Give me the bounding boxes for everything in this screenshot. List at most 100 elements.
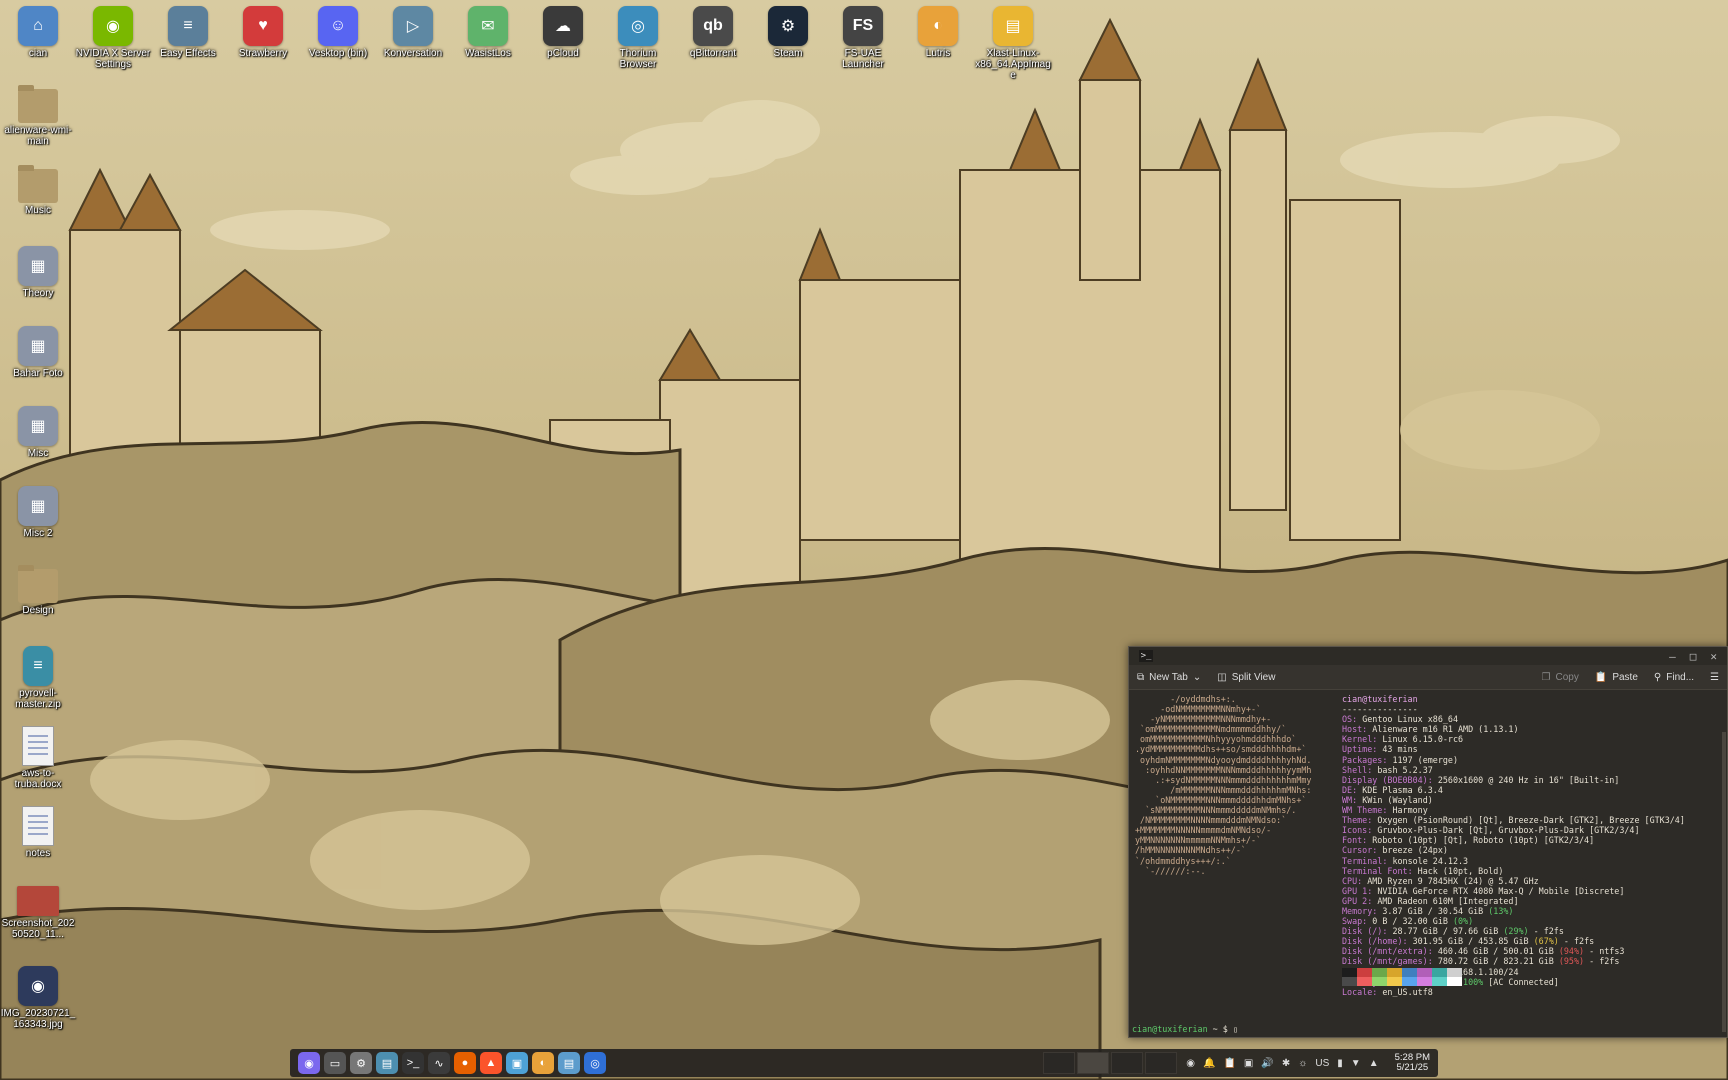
brave-icon[interactable]: ▲	[480, 1052, 502, 1074]
desktop-icon-chat[interactable]: ✉ WasistLos	[450, 6, 526, 59]
palette-swatch	[1372, 977, 1387, 986]
file-manager-icon[interactable]: ▤	[376, 1052, 398, 1074]
system-monitor-icon[interactable]: ∿	[428, 1052, 450, 1074]
info-value: AMD Radeon 610M [Integrated]	[1377, 895, 1519, 906]
system-settings-icon[interactable]: ⚙	[350, 1052, 372, 1074]
info-row: Font: Roboto (10pt) [Qt], Roboto (10pt) …	[1342, 835, 1595, 846]
desktop-item-folder[interactable]: alienware-wmi-main	[0, 85, 76, 147]
desktop-item-image[interactable]: ▦ Misc	[0, 406, 76, 459]
maximize-button[interactable]: □	[1690, 650, 1697, 663]
split-view-button[interactable]: ◫ Split View	[1209, 672, 1283, 683]
window-titlebar[interactable]: >_ — □ ✕	[1129, 647, 1727, 665]
find-button[interactable]: ⚲ Find...	[1646, 672, 1702, 683]
desktop-icon-steam[interactable]: ⚙ Steam	[750, 6, 826, 59]
info-value: 43 mins	[1382, 744, 1418, 755]
desktop-icon-strawberry[interactable]: ♥ Strawberry	[225, 6, 301, 59]
desktop-icon-nvidia[interactable]: ◉ NVIDIA X Server Settings	[75, 6, 151, 70]
steam-icon: ⚙	[768, 6, 808, 46]
info-value: Alienware m16 R1 AMD (1.13.1)	[1372, 724, 1519, 735]
info-percent: (95%)	[1558, 956, 1585, 967]
desktop-icon-thorium[interactable]: ◎ Thorium Browser	[600, 6, 676, 70]
info-key: Memory	[1342, 905, 1373, 916]
lutris-icon[interactable]: ◐	[532, 1052, 554, 1074]
desktop-icon-equalizer[interactable]: ≡ Easy Effects	[150, 6, 226, 59]
show-desktop-icon[interactable]: ▭	[324, 1052, 346, 1074]
clipboard-icon[interactable]: 📋	[1223, 1058, 1235, 1069]
virtual-desktop-pager[interactable]	[1042, 1052, 1178, 1074]
info-row: Terminal: konsole 24.12.3	[1342, 855, 1469, 866]
chromium-icon[interactable]: ◎	[584, 1052, 606, 1074]
network-icon[interactable]: ▼	[1351, 1058, 1361, 1069]
desktop-icon-lutris[interactable]: ◐ Lutris	[900, 6, 976, 59]
close-button[interactable]: ✕	[1710, 650, 1717, 663]
battery-icon[interactable]: ▮	[1337, 1058, 1343, 1069]
desktop-item-image[interactable]: ▦ Bahar Foto	[0, 326, 76, 379]
desktop-icon-discord[interactable]: ☺ Vesktop (bin)	[300, 6, 376, 59]
desktop-icon-home-folder[interactable]: ⌂ cian	[0, 6, 76, 59]
digital-clock[interactable]: 5:28 PM 5/21/25	[1387, 1053, 1438, 1073]
copy-label: Copy	[1555, 671, 1579, 683]
desktop-icon-appimage[interactable]: ▤ Xlast-Linux-x86_64.AppImage	[975, 6, 1051, 81]
display-icon[interactable]: ▣	[1244, 1058, 1253, 1069]
tray-expand-icon[interactable]: ▲	[1369, 1058, 1379, 1069]
new-tab-label: New Tab	[1149, 671, 1188, 683]
info-value: Roboto (10pt) [Qt], Roboto (10pt) [GTK2/…	[1372, 835, 1595, 846]
info-key: Disk (/home)	[1342, 936, 1403, 947]
shell-prompt[interactable]: cian@tuxiferian ~ $ ▯	[1132, 1024, 1238, 1034]
info-separator: ---------------	[1342, 704, 1418, 715]
info-key: GPU 1	[1342, 885, 1368, 896]
desktop-icon-pcloud[interactable]: ☁ pCloud	[525, 6, 601, 59]
desktop-item-document[interactable]: aws-to-truba.docx	[0, 726, 76, 790]
desktop-pager-4[interactable]	[1145, 1052, 1178, 1074]
desktop-item-folder[interactable]: Music	[0, 165, 76, 216]
desktop-pager-2[interactable]	[1077, 1052, 1110, 1074]
hamburger-menu-button[interactable]: ☰	[1702, 672, 1727, 683]
info-row: Shell: bash 5.2.37	[1342, 764, 1433, 775]
desktop-item-image[interactable]: ▦ Theory	[0, 246, 76, 299]
palette-swatch	[1342, 968, 1357, 977]
keyboard-layout[interactable]: US	[1315, 1058, 1329, 1069]
info-value: 1197 (emerge)	[1392, 754, 1458, 765]
desktop-item-screenshot[interactable]: Screenshot_20250520_11...	[0, 886, 76, 940]
dolphin-icon[interactable]: ▤	[558, 1052, 580, 1074]
ascii-line: `oNMMMMMMMNNNmmmddddhhdmMNhs+`	[1135, 794, 1307, 805]
volume-icon[interactable]: 🔊	[1261, 1058, 1273, 1069]
notifications-icon[interactable]: 🔔	[1203, 1058, 1215, 1069]
scrollbar[interactable]	[1722, 732, 1726, 1032]
desktop-item-text[interactable]: notes	[0, 806, 76, 859]
bluetooth-icon[interactable]: ✱	[1282, 1058, 1290, 1069]
minimize-button[interactable]: —	[1669, 650, 1676, 663]
desktop-icon-label: pyrovell-master.zip	[15, 688, 61, 710]
new-tab-button[interactable]: ⧉ New Tab ⌄	[1129, 672, 1209, 683]
folder-icon	[18, 165, 58, 203]
palette-swatch	[1387, 977, 1402, 986]
desktop-icon-qbittorrent[interactable]: qb qBittorrent	[675, 6, 751, 59]
brightness-icon[interactable]: ☼	[1298, 1058, 1307, 1069]
appimage-icon: ▤	[993, 6, 1033, 46]
paste-button[interactable]: 📋 Paste	[1587, 672, 1646, 683]
desktop-icon-fsuae[interactable]: FS FS-UAE Launcher	[825, 6, 901, 70]
qbittorrent-icon: qb	[693, 6, 733, 46]
info-value: bash 5.2.37	[1377, 764, 1433, 775]
search-icon: ⚲	[1653, 671, 1662, 683]
desktop-item-archive[interactable]: ≡ pyrovell-master.zip	[0, 646, 76, 710]
desktop-item-photo[interactable]: ◉ IMG_20230721_163343.jpg	[0, 966, 76, 1030]
app-launcher-icon[interactable]: ◉	[298, 1052, 320, 1074]
desktop-item-image[interactable]: ▦ Misc 2	[0, 486, 76, 539]
terminal-icon[interactable]: >_	[402, 1052, 424, 1074]
copy-button[interactable]: ❐ Copy	[1534, 672, 1587, 683]
paste-label: Paste	[1612, 671, 1638, 683]
info-percent: 100%	[1463, 976, 1484, 987]
text-cursor: ▯	[1232, 1024, 1238, 1034]
desktop-pager-1[interactable]	[1043, 1052, 1076, 1074]
desktop-pager-3[interactable]	[1111, 1052, 1144, 1074]
steam-tray-icon[interactable]: ◉	[1186, 1058, 1195, 1069]
palette-swatch	[1357, 968, 1372, 977]
konsole-window[interactable]: >_ — □ ✕ ⧉ New Tab ⌄ ◫ Split View ❐ Copy…	[1128, 646, 1728, 1038]
desktop-icon-megaphone[interactable]: ▷ Konversation	[375, 6, 451, 59]
terminal-output[interactable]: -/oyddmdhs+:. -odNMMMMMMMMNNmhy+-` -yNMM…	[1129, 690, 1727, 1036]
firefox-icon[interactable]: ●	[454, 1052, 476, 1074]
image-viewer-icon[interactable]: ▣	[506, 1052, 528, 1074]
info-row: OS: Gentoo Linux x86_64	[1342, 714, 1458, 725]
desktop-item-folder[interactable]: Design	[0, 565, 76, 616]
